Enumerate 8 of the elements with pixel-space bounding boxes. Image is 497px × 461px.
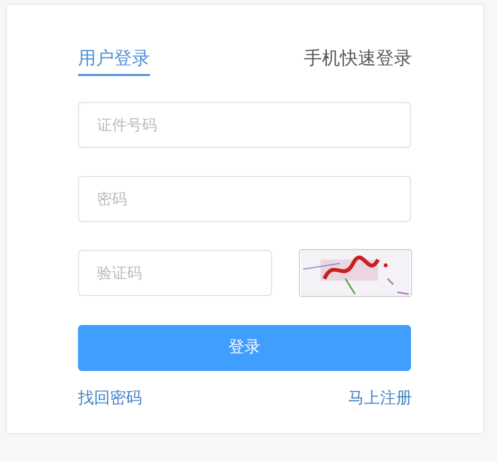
link[interactable]: 找回密码 — [78, 387, 142, 411]
input-field[interactable]: 证件号码 — [78, 102, 411, 148]
login-tab[interactable]: 用户登录 — [78, 45, 150, 76]
link[interactable]: 马上注册 — [348, 387, 412, 411]
login-tab[interactable]: 手机快速登录 — [304, 45, 412, 76]
login-button[interactable]: 登录 — [78, 325, 411, 371]
input-field[interactable]: 密码 — [78, 176, 411, 222]
captcha-field[interactable]: 验证码 — [78, 250, 272, 296]
